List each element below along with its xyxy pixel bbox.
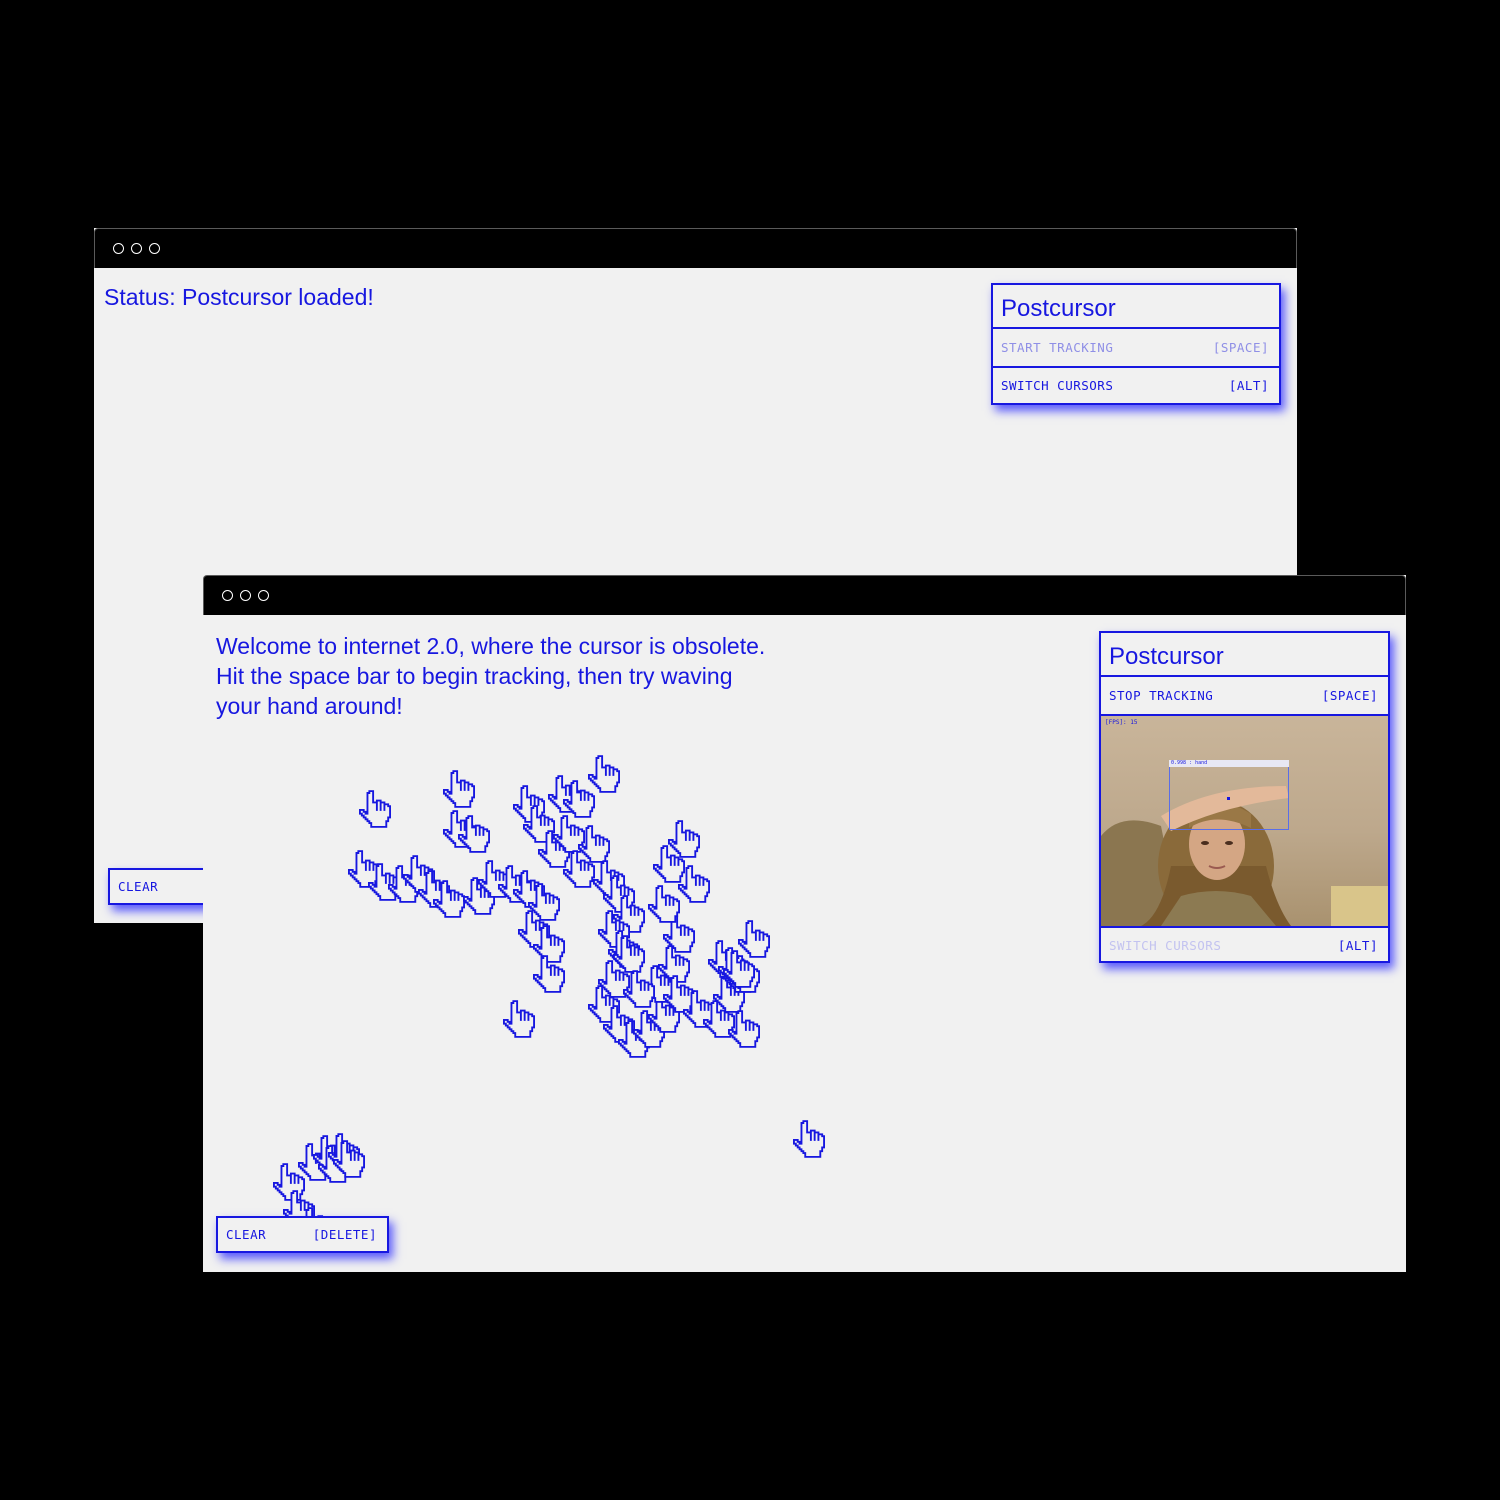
pointing-hand-cursor-icon — [458, 815, 490, 853]
switch-cursors-button[interactable]: SWITCH CURSORS [ALT] — [993, 366, 1279, 403]
webcam-feed: [FPS]: 15 0.998 : hand — [1101, 714, 1388, 928]
postcursor-panel: Postcursor START TRACKING [SPACE] SWITCH… — [991, 283, 1281, 405]
start-tracking-label: START TRACKING — [1001, 340, 1114, 355]
start-tracking-key: [SPACE] — [1212, 340, 1269, 355]
pointing-hand-cursor-icon — [443, 770, 475, 808]
switch-cursors-button[interactable]: SWITCH CURSORS [ALT] — [1101, 928, 1388, 963]
pointing-hand-cursor-icon — [588, 755, 620, 793]
window-control-dot-icon[interactable] — [113, 243, 124, 254]
switch-cursors-key: [ALT] — [1337, 938, 1378, 953]
stop-tracking-label: STOP TRACKING — [1109, 688, 1214, 703]
hand-detection-box: 0.998 : hand — [1169, 760, 1289, 830]
pointing-hand-cursor-icon — [728, 1010, 760, 1048]
pointing-hand-cursor-icon — [648, 885, 680, 923]
window-content: Welcome to internet 2.0, where the curso… — [203, 615, 1406, 1272]
postcursor-panel: Postcursor STOP TRACKING [SPACE] [FPS]: … — [1099, 631, 1390, 963]
front-browser-window: Welcome to internet 2.0, where the curso… — [203, 575, 1406, 1272]
detection-center-dot — [1227, 797, 1230, 800]
window-control-dot-icon[interactable] — [131, 243, 142, 254]
stop-tracking-button[interactable]: STOP TRACKING [SPACE] — [1101, 677, 1388, 714]
clear-label: CLEAR — [226, 1227, 267, 1242]
window-control-dot-icon[interactable] — [240, 590, 251, 601]
pointing-hand-cursor-icon — [578, 825, 610, 863]
detection-label: 0.998 : hand — [1169, 760, 1289, 767]
window-titlebar — [94, 228, 1297, 268]
pointing-hand-cursor-icon — [668, 820, 700, 858]
status-text: Status: Postcursor loaded! — [104, 284, 374, 310]
pointing-hand-cursor-icon — [333, 1140, 365, 1178]
fps-readout: [FPS]: 15 — [1105, 719, 1138, 726]
switch-cursors-key: [ALT] — [1228, 378, 1269, 393]
pointing-hand-cursor-icon — [613, 935, 645, 973]
switch-cursors-label: SWITCH CURSORS — [1109, 938, 1222, 953]
clear-label: CLEAR — [118, 879, 159, 894]
pointing-hand-cursor-icon — [533, 955, 565, 993]
clear-key: [DELETE] — [312, 1227, 377, 1242]
panel-title: Postcursor — [993, 285, 1279, 329]
pointing-hand-cursor-icon — [623, 970, 655, 1008]
switch-cursors-label: SWITCH CURSORS — [1001, 378, 1114, 393]
pointing-hand-cursor-icon — [359, 790, 391, 828]
window-control-dot-icon[interactable] — [149, 243, 160, 254]
stop-tracking-key: [SPACE] — [1321, 688, 1378, 703]
panel-title: Postcursor — [1101, 633, 1388, 677]
pointing-hand-cursor-icon — [793, 1120, 825, 1158]
window-control-dot-icon[interactable] — [222, 590, 233, 601]
pointing-hand-cursor-icon — [433, 880, 465, 918]
pointing-hand-cursor-icon — [503, 1000, 535, 1038]
start-tracking-button[interactable]: START TRACKING [SPACE] — [993, 329, 1279, 366]
pointing-hand-cursor-icon — [678, 865, 710, 903]
window-control-dot-icon[interactable] — [258, 590, 269, 601]
pointing-hand-cursor-icon — [723, 950, 755, 988]
clear-button[interactable]: CLEAR [DELETE] — [216, 1216, 389, 1253]
window-titlebar — [203, 575, 1406, 615]
